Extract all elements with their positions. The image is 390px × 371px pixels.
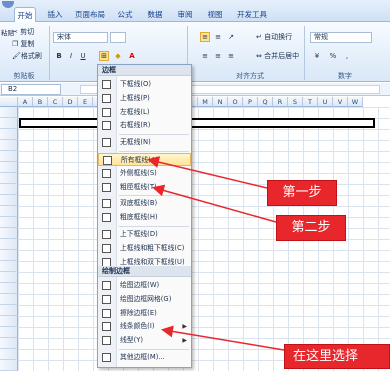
- annotation-arrows: [147, 156, 285, 351]
- arrow-step1: [147, 156, 268, 189]
- arrow-step2: [152, 184, 277, 223]
- arrow-choose: [161, 325, 285, 351]
